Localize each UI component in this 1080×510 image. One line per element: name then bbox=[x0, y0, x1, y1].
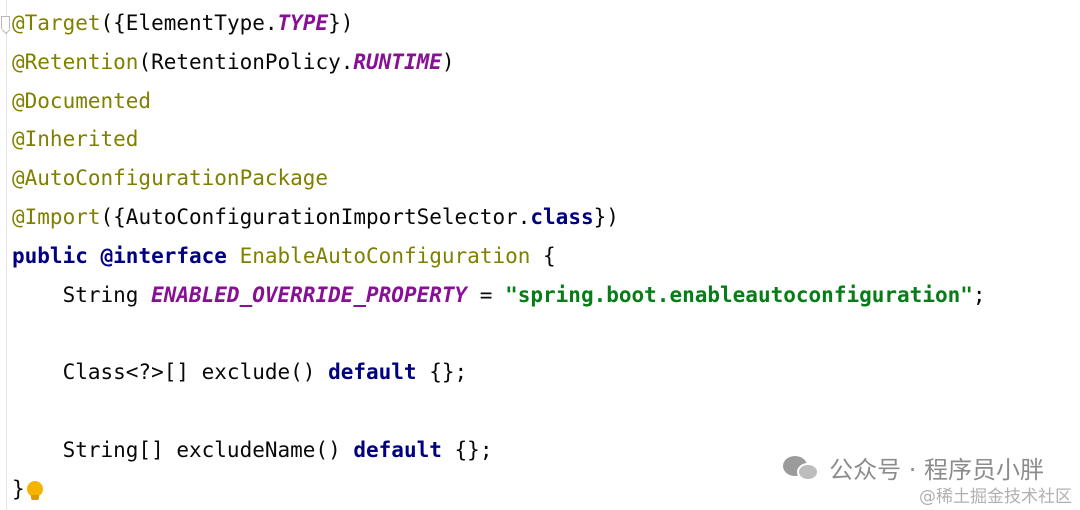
code-line[interactable]: @AutoConfigurationPackage bbox=[12, 159, 328, 198]
code-token: ) bbox=[441, 49, 455, 74]
code-line[interactable]: public @interface EnableAutoConfiguratio… bbox=[12, 237, 556, 276]
code-line[interactable]: @Inherited bbox=[12, 120, 138, 159]
code-token: {}; bbox=[441, 437, 493, 462]
watermark-primary-text: 公众号 · 程序员小胖 bbox=[829, 456, 1044, 484]
code-token: ENABLED_OVERRIDE_PROPERTY bbox=[151, 282, 468, 307]
code-token: @Retention bbox=[12, 49, 139, 74]
lightbulb-icon[interactable] bbox=[26, 479, 43, 501]
watermark-juejin: @稀土掘金技术社区 bbox=[919, 487, 1072, 507]
code-token: Class<?>[] exclude() bbox=[12, 360, 329, 385]
code-token: "spring.boot.enableautoconfiguration" bbox=[505, 282, 973, 307]
code-line[interactable]: Class<?>[] exclude() default {}; bbox=[12, 353, 468, 392]
code-token: { bbox=[530, 243, 556, 268]
code-line[interactable]: @Target({ElementType.TYPE}) bbox=[12, 4, 353, 43]
code-token: default bbox=[328, 360, 417, 385]
code-token: (RetentionPolicy. bbox=[138, 49, 354, 74]
code-token: @Documented bbox=[12, 88, 152, 113]
code-editor[interactable]: @Target({ElementType.TYPE}) @Retention(Re… bbox=[0, 0, 1080, 510]
code-token: RUNTIME bbox=[353, 49, 442, 74]
code-token: ({ElementType. bbox=[100, 11, 278, 35]
code-token: EnableAutoConfiguration bbox=[239, 243, 531, 268]
code-token: @Inherited bbox=[12, 127, 139, 152]
code-line[interactable]: @Retention(RetentionPolicy.RUNTIME) bbox=[12, 43, 455, 82]
code-line[interactable]: } bbox=[12, 470, 43, 509]
code-token: @AutoConfigurationPackage bbox=[12, 166, 329, 191]
code-token: public bbox=[12, 243, 88, 268]
fold-marker-icon[interactable] bbox=[1, 16, 10, 29]
code-token: default bbox=[353, 437, 442, 462]
code-token: ; bbox=[972, 282, 986, 307]
code-token: ({AutoConfigurationImportSelector. bbox=[100, 205, 531, 229]
code-token: = bbox=[467, 282, 506, 307]
code-token: } bbox=[12, 476, 25, 501]
code-line[interactable]: @Documented bbox=[12, 82, 151, 121]
code-line[interactable]: @Import({AutoConfigurationImportSelector… bbox=[12, 198, 619, 237]
code-token: @Target bbox=[12, 11, 101, 35]
wechat-icon bbox=[783, 454, 821, 482]
code-token: }) bbox=[328, 11, 354, 35]
code-token: {}; bbox=[416, 360, 468, 385]
code-token: }) bbox=[593, 205, 619, 229]
code-token: String bbox=[12, 282, 152, 307]
code-token: @interface bbox=[100, 243, 227, 268]
code-line[interactable]: String ENABLED_OVERRIDE_PROPERTY = "spri… bbox=[12, 276, 986, 315]
code-token: @Import bbox=[12, 205, 101, 229]
watermark-wechat: 公众号 · 程序员小胖 bbox=[783, 450, 1044, 485]
code-token: class bbox=[530, 205, 594, 229]
gutter bbox=[6, 0, 7, 510]
code-token: String[] excludeName() bbox=[12, 437, 354, 462]
code-line[interactable]: String[] excludeName() default {}; bbox=[12, 431, 493, 470]
code-token: TYPE bbox=[277, 11, 329, 35]
